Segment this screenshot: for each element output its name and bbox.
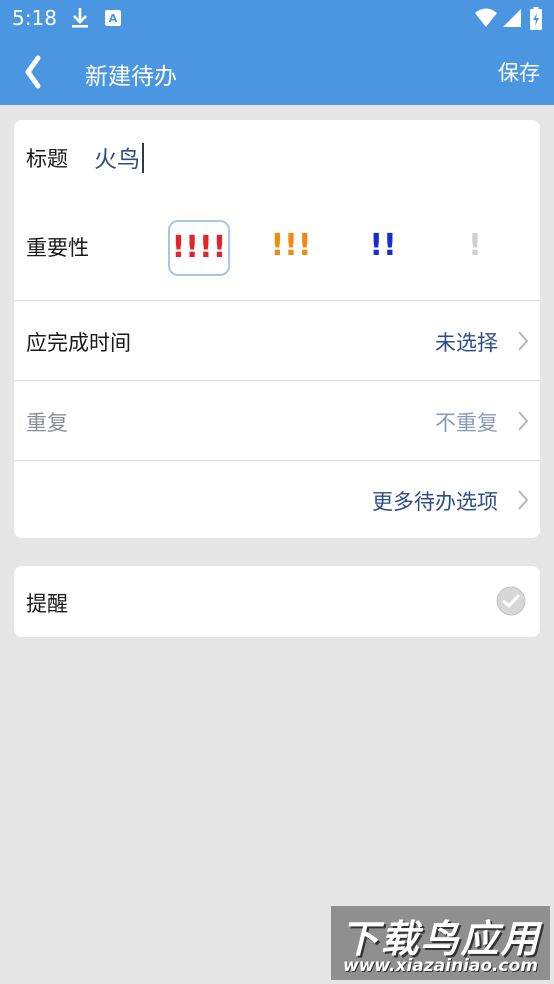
- back-button[interactable]: [18, 52, 50, 92]
- importance-label: 重要性: [26, 236, 89, 260]
- status-bar: 5:18 A: [0, 0, 554, 38]
- repeat-label: 重复: [26, 411, 68, 435]
- chevron-right-icon: [516, 489, 530, 511]
- watermark-logo: 下载鸟应用 www.xiazainiao.com: [331, 906, 550, 980]
- reminder-toggle[interactable]: [496, 586, 526, 616]
- download-icon: [70, 7, 90, 33]
- repeat-row[interactable]: 重复 不重复: [14, 381, 540, 460]
- wifi-icon: [474, 7, 498, 33]
- top-bar: 5:18 A 新建待办 保存: [0, 0, 554, 105]
- due-time-row[interactable]: 应完成时间 未选择: [14, 301, 540, 380]
- text-a-icon: A: [104, 7, 122, 33]
- chevron-right-icon: [516, 330, 530, 352]
- check-circle-icon: [496, 586, 526, 616]
- save-button[interactable]: 保存: [498, 57, 540, 87]
- watermark-title: 下载鸟应用: [340, 917, 541, 961]
- reminder-label: 提醒: [26, 592, 68, 616]
- chevron-left-icon: [25, 55, 41, 89]
- importance-option-low[interactable]: !: [445, 220, 505, 272]
- watermark-url: www.xiazainiao.com: [343, 956, 538, 976]
- svg-text:A: A: [109, 12, 118, 25]
- cellular-signal-icon: [502, 7, 522, 33]
- battery-charging-icon: [530, 7, 542, 35]
- title-label: 标题: [26, 147, 68, 171]
- repeat-value: 不重复: [435, 411, 498, 435]
- app-bar: 新建待办 保存: [0, 38, 554, 105]
- importance-option-highest[interactable]: !!!!: [168, 220, 230, 276]
- more-options-label: 更多待办选项: [372, 490, 498, 514]
- title-row: 标题 火鸟: [14, 120, 540, 200]
- due-time-value: 未选择: [435, 331, 498, 355]
- reminder-card: 提醒: [14, 566, 540, 637]
- due-time-label: 应完成时间: [26, 331, 131, 355]
- page-title: 新建待办: [85, 64, 177, 90]
- status-time: 5:18: [12, 6, 57, 30]
- more-options-row[interactable]: 更多待办选项: [14, 461, 540, 538]
- title-input[interactable]: 火鸟: [94, 140, 144, 174]
- todo-form-card: 标题 火鸟 重要性 !!!! !!! !! ! 应完成时间 未选择 重复 不重复…: [14, 120, 540, 538]
- importance-option-medium[interactable]: !!: [353, 220, 413, 272]
- chevron-right-icon: [516, 410, 530, 432]
- title-input-text: 火鸟: [94, 147, 140, 173]
- text-cursor: [142, 143, 144, 173]
- importance-option-high[interactable]: !!!: [261, 220, 321, 272]
